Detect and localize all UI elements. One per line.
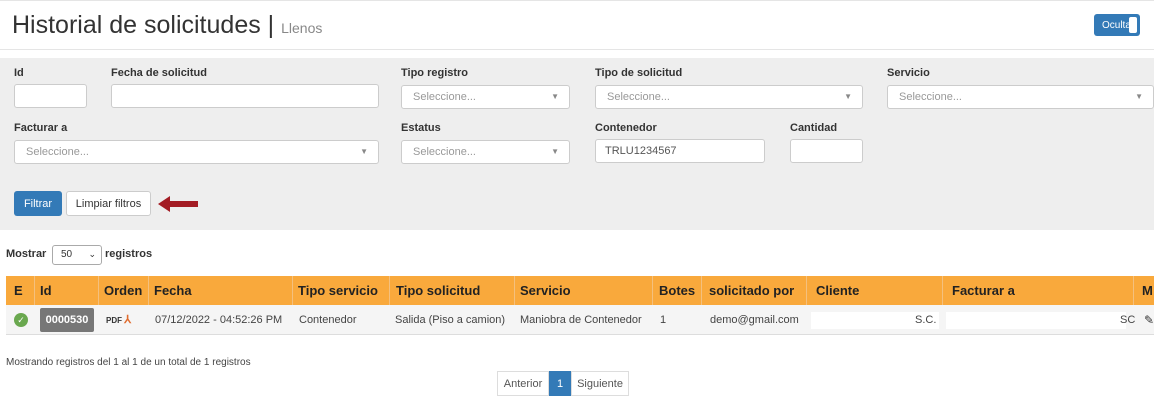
table-header: E Id Orden Fecha Tipo servicio Tipo soli… [6,276,1154,305]
facturar-redacted [946,312,1126,329]
next-page-button[interactable]: Siguiente [571,371,629,396]
row-servicio: Maniobra de Contenedor [520,314,642,326]
fecha-input[interactable] [111,84,379,108]
length-value: 50 [61,249,73,260]
row-fecha: 07/12/2022 - 04:52:26 PM [155,314,283,326]
column-divider [34,276,35,305]
toggle-knob [1129,17,1137,33]
column-divider [389,276,390,305]
servicio-label: Servicio [887,67,930,79]
row-solicitado-por: demo@gmail.com [710,314,799,326]
pdf-label: PDF [106,316,122,325]
column-divider [942,276,943,305]
row-facturar-a: SC [1120,314,1136,326]
contenedor-label: Contenedor [595,122,657,134]
column-header-facturar-a[interactable]: Facturar a [952,276,1015,305]
column-divider [1133,276,1134,305]
table-row[interactable]: ✓ 0000530 PDF ⅄ 07/12/2022 - 04:52:26 PM… [6,305,1154,335]
column-divider [292,276,293,305]
column-header-servicio[interactable]: Servicio [520,276,571,305]
column-divider [806,276,807,305]
column-divider [98,276,99,305]
column-divider [514,276,515,305]
row-tipo-solicitud: Salida (Piso a camion) [395,314,506,326]
estatus-label: Estatus [401,122,441,134]
title-separator: | [267,11,275,39]
tipo-registro-label: Tipo registro [401,67,469,79]
cantidad-label: Cantidad [790,122,838,134]
length-suffix: registros [105,248,153,260]
column-header-e[interactable]: E [14,276,23,305]
column-divider [701,276,702,305]
facturar-select[interactable]: Seleccione... ▼ [14,140,379,164]
column-header-id[interactable]: Id [40,276,52,305]
servicio-placeholder: Seleccione... [899,91,962,103]
page-1-button[interactable]: 1 [549,371,571,396]
pencil-icon[interactable]: ✎ [1144,305,1154,335]
column-divider [652,276,653,305]
column-header-botes[interactable]: Botes [659,276,695,305]
column-header-cliente[interactable]: Cliente [816,276,859,305]
servicio-select[interactable]: Seleccione... ▼ [887,85,1154,109]
row-botes: 1 [660,314,667,326]
row-tipo-servicio: Contenedor [299,314,357,326]
length-prefix: Mostrar [6,248,47,260]
hide-filters-toggle[interactable]: Ocultar [1094,14,1140,36]
chevron-down-icon: ▼ [551,92,559,101]
previous-page-button[interactable]: Anterior [497,371,549,396]
pagination: Anterior 1 Siguiente [497,371,629,396]
length-select[interactable]: 50 ⌄ [52,245,102,265]
clear-filters-button[interactable]: Limpiar filtros [66,191,151,216]
fecha-label: Fecha de solicitud [111,67,207,79]
chevron-down-icon: ▼ [1135,92,1143,101]
facturar-placeholder: Seleccione... [26,146,89,158]
page-subtitle: Llenos [281,20,323,36]
chevron-down-icon: ▼ [360,147,368,156]
pdf-icon: ⅄ [124,314,131,326]
facturar-label: Facturar a [14,122,68,134]
id-input[interactable] [14,84,87,108]
filter-button[interactable]: Filtrar [14,191,62,216]
tipo-registro-placeholder: Seleccione... [413,91,476,103]
chevron-down-icon: ▼ [844,92,852,101]
page-header: Historial de solicitudes | Llenos Oculta… [0,0,1154,50]
arrow-left-icon [158,196,198,212]
contenedor-input[interactable]: TRLU1234567 [595,139,765,163]
tipo-solicitud-placeholder: Seleccione... [607,91,670,103]
page-title-text: Historial de solicitudes [12,11,261,39]
estatus-placeholder: Seleccione... [413,146,476,158]
tipo-registro-select[interactable]: Seleccione... ▼ [401,85,570,109]
chevron-down-icon: ▼ [551,147,559,156]
check-circle-icon: ✓ [14,313,28,327]
estatus-select[interactable]: Seleccione... ▼ [401,140,570,164]
column-header-fecha[interactable]: Fecha [154,276,192,305]
table-info: Mostrando registros del 1 al 1 de un tot… [6,357,251,368]
cantidad-input[interactable] [790,139,863,163]
column-header-tipo-servicio[interactable]: Tipo servicio [298,276,378,305]
tipo-solicitud-select[interactable]: Seleccione... ▼ [595,85,863,109]
page-title: Historial de solicitudes | Llenos [12,11,322,40]
id-label: Id [14,67,24,79]
column-divider [148,276,149,305]
pdf-link[interactable]: PDF ⅄ [106,305,131,335]
tipo-solicitud-label: Tipo de solicitud [595,67,683,79]
chevron-down-icon: ⌄ [88,249,96,259]
column-header-solicitado-por[interactable]: solicitado por [709,276,794,305]
row-cliente: S.C. [915,314,937,326]
row-id-badge[interactable]: 0000530 [40,308,94,332]
column-header-orden[interactable]: Orden [104,276,142,305]
column-header-m[interactable]: M [1142,276,1153,305]
column-header-tipo-solicitud[interactable]: Tipo solicitud [396,276,480,305]
